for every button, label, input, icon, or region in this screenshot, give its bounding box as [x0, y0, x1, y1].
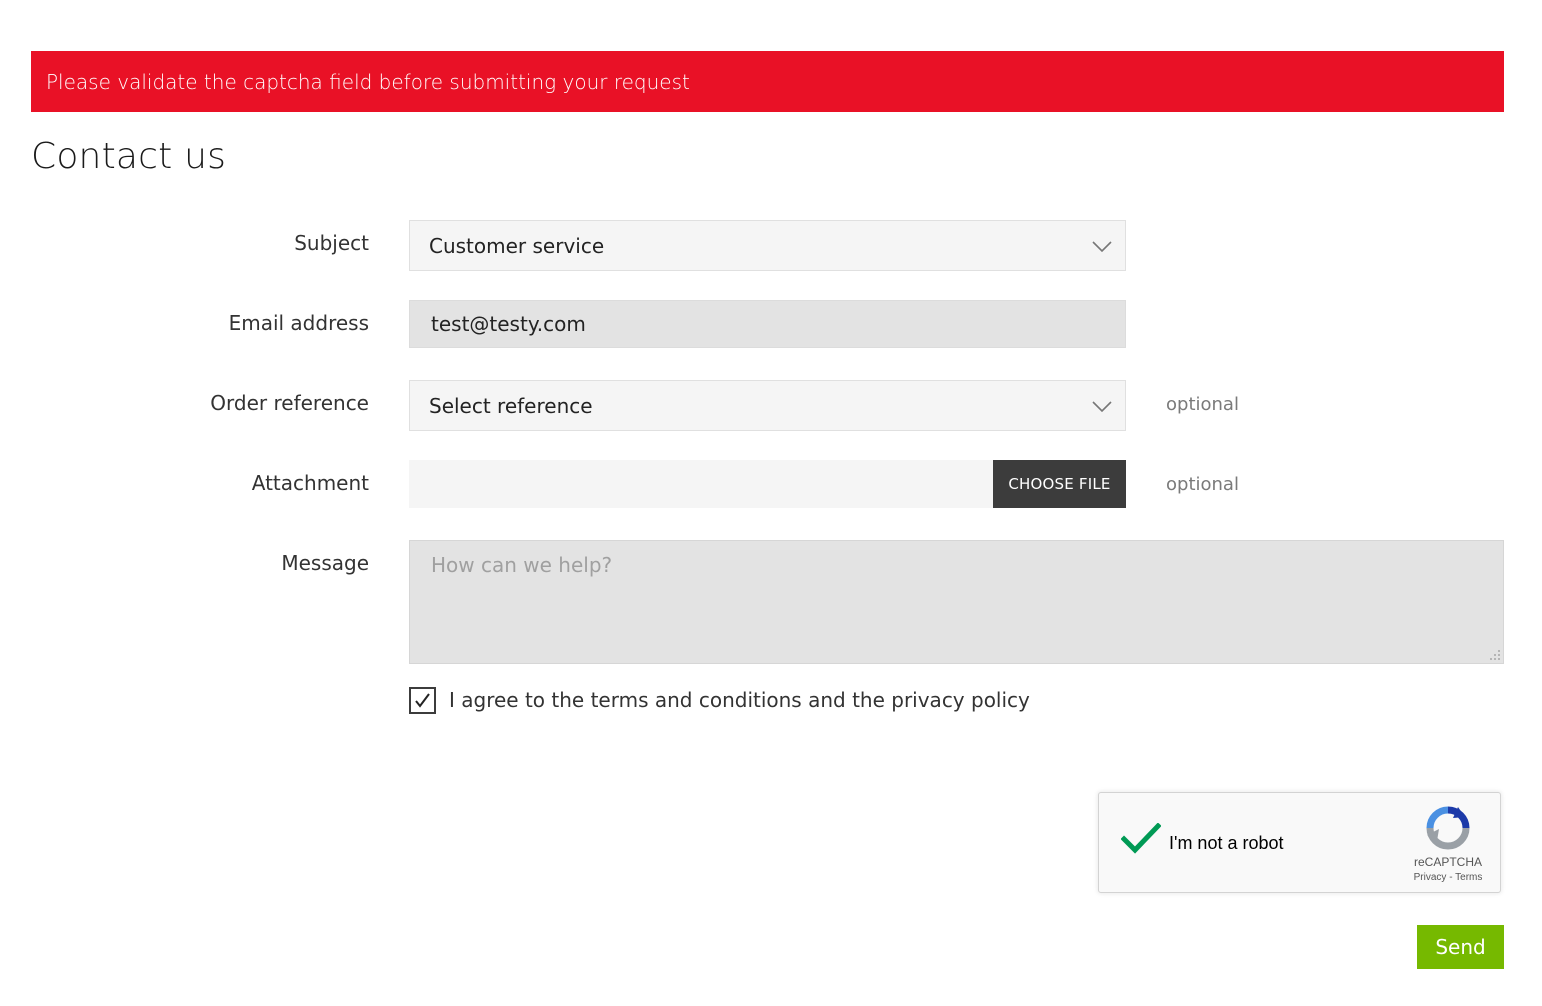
order-reference-label: Order reference	[210, 391, 369, 415]
subject-selected-value: Customer service	[429, 233, 605, 258]
error-alert: Please validate the captcha field before…	[31, 51, 1504, 112]
order-reference-selected-value: Select reference	[429, 393, 593, 418]
page-title: Contact us	[31, 136, 227, 177]
send-button[interactable]: Send	[1417, 925, 1504, 969]
recaptcha-privacy-link[interactable]: Privacy	[1414, 872, 1447, 883]
email-label: Email address	[228, 311, 369, 335]
attachment-optional-hint: optional	[1166, 474, 1239, 495]
order-reference-select[interactable]: Select reference	[409, 380, 1126, 431]
recaptcha-brand: reCAPTCHA	[1413, 855, 1482, 869]
recaptcha-label: I'm not a robot	[1169, 833, 1284, 853]
subject-select[interactable]: Customer service	[409, 220, 1126, 271]
recaptcha-links: Privacy - Terms	[1395, 872, 1501, 883]
checkmark-icon	[415, 693, 430, 708]
green-check-icon[interactable]	[1121, 823, 1161, 855]
terms-checkbox[interactable]	[409, 687, 436, 714]
recaptcha-terms-link[interactable]: Terms	[1455, 872, 1482, 883]
attachment-label: Attachment	[251, 471, 369, 495]
message-placeholder: How can we help?	[431, 553, 613, 577]
choose-file-button[interactable]: CHOOSE FILE	[993, 460, 1126, 508]
recaptcha-widget: I'm not a robot reCAPTCHA Privacy - Term…	[1098, 792, 1501, 893]
resize-grip-icon[interactable]	[1490, 650, 1500, 660]
attachment-file-input[interactable]: CHOOSE FILE	[409, 460, 1126, 508]
chevron-down-icon	[1092, 401, 1112, 413]
email-value: test@testy.com	[431, 312, 586, 336]
terms-label: I agree to the terms and conditions and …	[449, 688, 1030, 712]
error-alert-message: Please validate the captcha field before…	[46, 69, 690, 94]
chevron-down-icon	[1092, 241, 1112, 253]
contact-page: Please validate the captcha field before…	[0, 0, 1542, 1006]
recaptcha-logo-icon	[1426, 806, 1470, 850]
recaptcha-link-separator: -	[1446, 872, 1456, 883]
order-reference-optional-hint: optional	[1166, 394, 1239, 415]
message-label: Message	[281, 551, 369, 575]
message-textarea[interactable]: How can we help?	[409, 540, 1504, 664]
email-field[interactable]: test@testy.com	[409, 300, 1126, 348]
subject-label: Subject	[294, 231, 369, 255]
